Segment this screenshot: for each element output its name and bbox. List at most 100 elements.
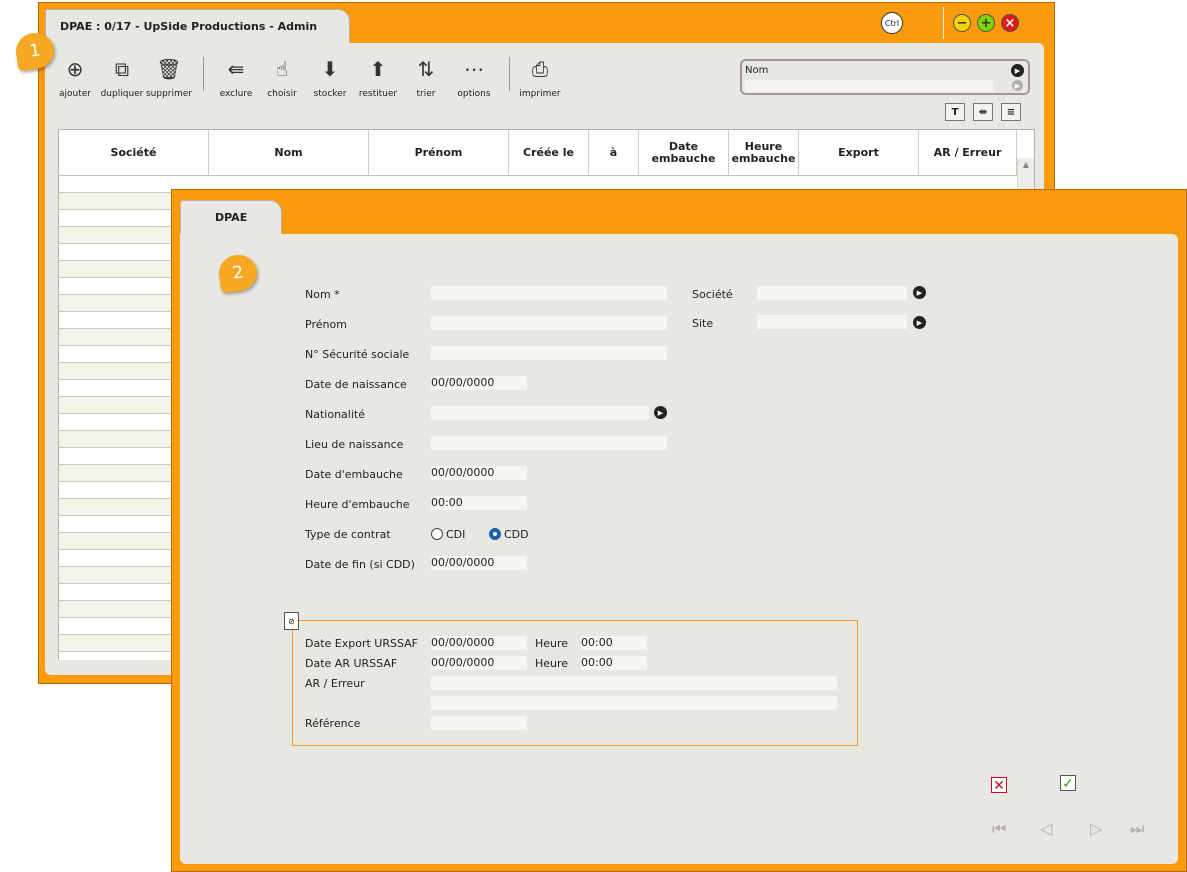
close-icon[interactable]: ×	[1001, 14, 1019, 32]
column-header[interactable]: Nom	[209, 130, 369, 176]
nationalite-input[interactable]	[431, 406, 649, 420]
ar-time-field: 00:00	[581, 656, 647, 670]
search-next-icon[interactable]: ▶	[1012, 80, 1023, 91]
ctrl-badge-icon[interactable]: Ctrl	[881, 12, 903, 34]
last-record-icon[interactable]: ⏭	[1130, 819, 1144, 839]
prenom-input[interactable]	[431, 316, 667, 330]
nationalite-lookup-icon[interactable]: ▶	[654, 406, 667, 419]
dpae-form-body: Nom * Prénom N° Sécurité sociale Date de…	[180, 234, 1178, 864]
validate-icon[interactable]: ✓	[1060, 775, 1076, 792]
scroll-up-icon[interactable]: ▲	[1018, 160, 1034, 169]
restituer-button[interactable]: ⬆ restituer	[355, 55, 401, 99]
heure-input[interactable]: 00:00	[431, 496, 527, 510]
duplicate-icon: ⧉	[114, 57, 130, 81]
export-label: Date Export URSSAF	[305, 637, 419, 650]
stocker-label: stocker	[313, 89, 347, 99]
heure-label: Heure d'embauche	[305, 498, 410, 511]
secu-input[interactable]	[431, 346, 667, 360]
tab-dpae[interactable]: DPAE	[180, 200, 282, 234]
exclure-label: exclure	[219, 89, 253, 99]
naissance-input[interactable]: 00/00/0000	[431, 376, 527, 390]
ar-date-field: 00/00/0000	[431, 656, 527, 670]
radio-cdd-label: CDD	[504, 528, 529, 541]
radio-cdi-icon[interactable]	[431, 528, 443, 540]
lieu-label: Lieu de naissance	[305, 438, 404, 451]
column-header[interactable]: Prénom	[369, 130, 509, 176]
text-format-icon[interactable]: T	[945, 103, 965, 121]
export-date-field: 00/00/0000	[431, 636, 527, 650]
stocker-button[interactable]: ⬇ stocker	[309, 55, 351, 99]
site-lookup-icon[interactable]: ▶	[913, 316, 926, 329]
table-header: Société Nom Prénom Créée le à Date embau…	[59, 130, 1017, 176]
grid-tools: T ⇹ ≡	[945, 103, 1021, 121]
lieu-input[interactable]	[431, 436, 667, 450]
supprimer-label: supprimer	[145, 89, 193, 99]
contrat-label: Type de contrat	[305, 528, 391, 541]
options-icon: ⋯	[464, 57, 484, 81]
trier-button[interactable]: ⇅ trier	[407, 55, 445, 99]
societe-input[interactable]	[757, 286, 907, 300]
reference-field[interactable]	[431, 716, 527, 730]
ajouter-label: ajouter	[59, 89, 91, 99]
dpae-form-window: DPAE Nom * Prénom N° Sécurité sociale Da…	[171, 189, 1187, 872]
options-label: options	[457, 89, 491, 99]
ar-heure-label: Heure	[535, 657, 569, 670]
column-header[interactable]: Créée le	[509, 130, 589, 176]
radio-cdi[interactable]: CDI	[431, 528, 465, 541]
choisir-label: choisir	[267, 89, 297, 99]
column-header[interactable]: Société	[59, 130, 209, 176]
imprimer-button[interactable]: ⎙ imprimer	[517, 55, 563, 99]
search-go-icon[interactable]: ▶	[1011, 64, 1024, 77]
radio-cdd[interactable]: CDD	[489, 528, 529, 541]
toolbar-separator	[509, 57, 510, 91]
column-header[interactable]: Date embauche	[639, 130, 729, 176]
ar-label: Date AR URSSAF	[305, 657, 398, 670]
list-window-title: DPAE : 0/17 - UpSide Productions - Admin	[45, 9, 350, 43]
radio-cdd-icon[interactable]	[489, 528, 501, 540]
erreur-field-2	[431, 696, 837, 710]
sort-az-icon: ⇅	[417, 57, 435, 81]
dupliquer-label: dupliquer	[100, 89, 144, 99]
embauche-input[interactable]: 00/00/0000	[431, 466, 527, 480]
nom-label: Nom *	[305, 288, 340, 301]
column-header[interactable]: Export	[799, 130, 919, 176]
radio-cdi-label: CDI	[446, 528, 466, 541]
erreur-label: AR / Erreur	[305, 677, 365, 690]
nom-input[interactable]	[431, 286, 667, 300]
restore-box-icon: ⬆	[369, 57, 387, 81]
prenom-label: Prénom	[305, 318, 347, 331]
fin-input[interactable]: 00/00/0000	[431, 556, 527, 570]
document-icon: ⊘	[284, 612, 299, 630]
maximize-icon[interactable]: +	[977, 14, 995, 32]
search-box: Nom ▶ ▶	[740, 59, 1030, 95]
site-input[interactable]	[757, 315, 907, 329]
trier-label: trier	[416, 89, 436, 99]
dupliquer-button[interactable]: ⧉ dupliquer	[99, 55, 145, 99]
first-record-icon[interactable]: ⏮	[992, 819, 1006, 839]
cancel-icon[interactable]: ✕	[991, 777, 1007, 794]
search-input[interactable]	[745, 80, 993, 92]
options-button[interactable]: ⋯ options	[453, 55, 495, 99]
column-header[interactable]: Heure embauche	[729, 130, 799, 176]
previous-record-icon[interactable]: ◁	[1040, 819, 1052, 838]
column-header[interactable]: AR / Erreur	[919, 130, 1017, 176]
secu-label: N° Sécurité sociale	[305, 348, 410, 361]
societe-lookup-icon[interactable]: ▶	[913, 286, 926, 299]
next-record-icon[interactable]: ▷	[1090, 819, 1102, 838]
list-menu-icon[interactable]: ≡	[1001, 103, 1021, 121]
ajouter-button[interactable]: ⊕ ajouter	[53, 55, 97, 99]
export-heure-label: Heure	[535, 637, 569, 650]
add-circle-icon: ⊕	[66, 57, 84, 81]
reference-label: Référence	[305, 717, 361, 730]
supprimer-button[interactable]: 🗑 supprimer	[145, 55, 193, 99]
choisir-button[interactable]: ☝ choisir	[261, 55, 303, 99]
column-header[interactable]: à	[589, 130, 639, 176]
store-box-icon: ⬇	[321, 57, 339, 81]
nationalite-label: Nationalité	[305, 408, 365, 421]
naissance-label: Date de naissance	[305, 378, 407, 391]
column-resize-icon[interactable]: ⇹	[973, 103, 993, 121]
minimize-icon[interactable]: −	[953, 14, 971, 32]
imprimer-label: imprimer	[519, 89, 561, 99]
exclure-button[interactable]: ⇚ exclure	[215, 55, 257, 99]
fin-label: Date de fin (si CDD)	[305, 558, 415, 571]
